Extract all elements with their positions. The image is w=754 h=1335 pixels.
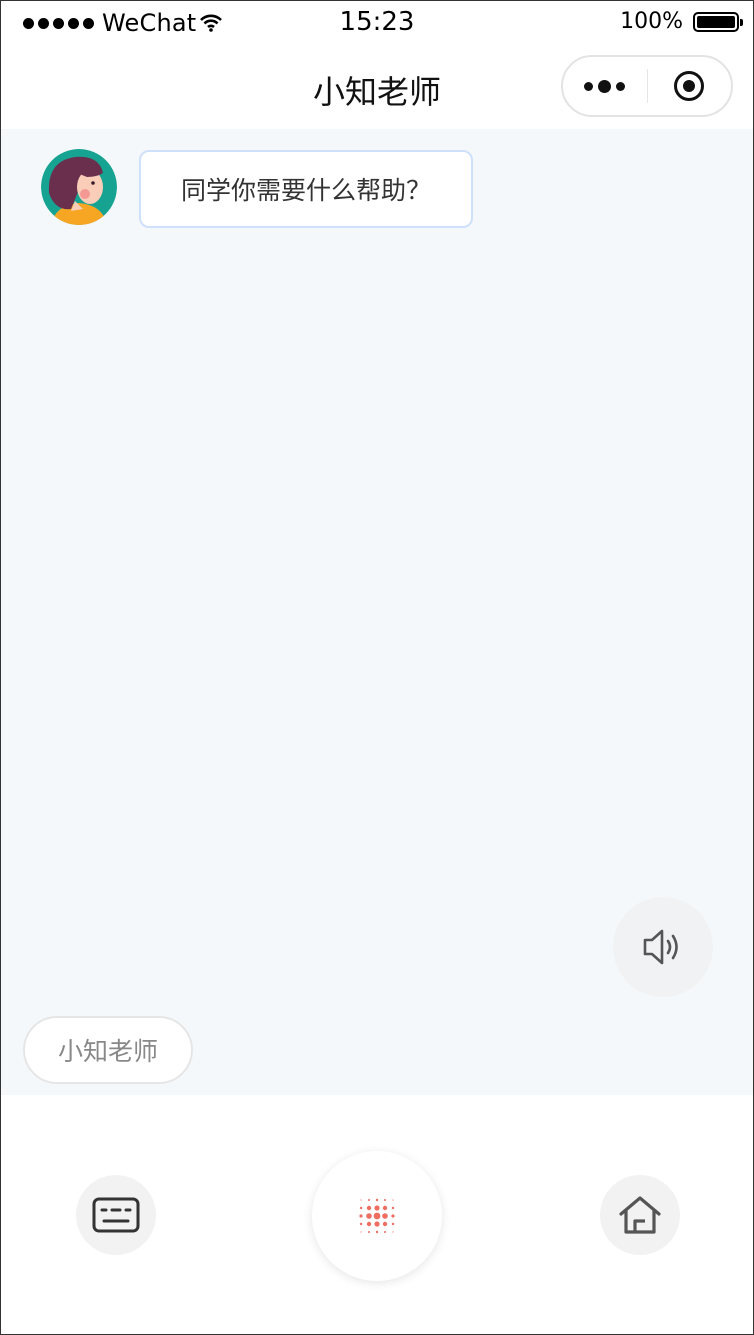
voice-dot <box>382 1205 388 1211</box>
voice-dot <box>359 1222 363 1226</box>
voice-dot <box>382 1213 388 1219</box>
battery-percent: 100% <box>620 9 683 34</box>
battery-icon <box>693 11 743 32</box>
target-close-icon <box>674 71 705 101</box>
voice-dot <box>392 1231 394 1233</box>
more-dots-icon[interactable] <box>563 79 647 93</box>
assistant-name-chip[interactable]: 小知老师 <box>23 1016 193 1084</box>
keyboard-button[interactable] <box>76 1175 156 1255</box>
home-button[interactable] <box>600 1175 680 1255</box>
mini-program-capsule <box>561 55 733 117</box>
chat-area[interactable]: 同学你需要什么帮助？ 小知老师 <box>1 129 753 1095</box>
speaker-button[interactable] <box>613 897 713 997</box>
voice-dot <box>368 1231 370 1233</box>
voice-dot <box>359 1214 363 1218</box>
speaker-icon <box>643 929 678 965</box>
keyboard-icon <box>92 1197 140 1233</box>
voice-dot <box>392 1199 394 1201</box>
voice-dot <box>374 1221 380 1227</box>
voice-dot <box>382 1221 388 1227</box>
voice-dot <box>374 1205 380 1211</box>
voice-dot <box>366 1205 372 1211</box>
voice-dot <box>375 1230 379 1234</box>
voice-dot <box>391 1222 395 1226</box>
voice-dot <box>373 1212 381 1220</box>
phone-screen: WeChat 15:23 100% 小知老师 同学你需要什么帮助？ 小知老师 <box>0 0 754 1335</box>
voice-dot <box>360 1199 362 1201</box>
voice-dot <box>391 1206 395 1210</box>
voice-input-button[interactable] <box>312 1151 442 1281</box>
voice-dot <box>375 1198 379 1202</box>
bottom-bar <box>1 1095 753 1334</box>
voice-dot <box>368 1199 370 1201</box>
voice-dot <box>366 1213 372 1219</box>
close-button[interactable] <box>648 71 732 101</box>
assistant-message-bubble: 同学你需要什么帮助？ <box>139 150 473 228</box>
battery-fill <box>697 15 735 28</box>
nav-bar: 小知老师 <box>1 45 753 129</box>
teacher-avatar <box>41 149 117 225</box>
voice-dot <box>360 1231 362 1233</box>
voice-dot <box>384 1231 386 1233</box>
voice-dot <box>384 1199 386 1201</box>
voice-dots-icon <box>359 1198 395 1234</box>
voice-dot <box>366 1221 372 1227</box>
voice-dot <box>359 1206 363 1210</box>
voice-dot <box>391 1214 395 1218</box>
status-bar: WeChat 15:23 100% <box>1 1 753 45</box>
status-right: 100% <box>620 9 743 34</box>
home-icon <box>619 1196 661 1234</box>
